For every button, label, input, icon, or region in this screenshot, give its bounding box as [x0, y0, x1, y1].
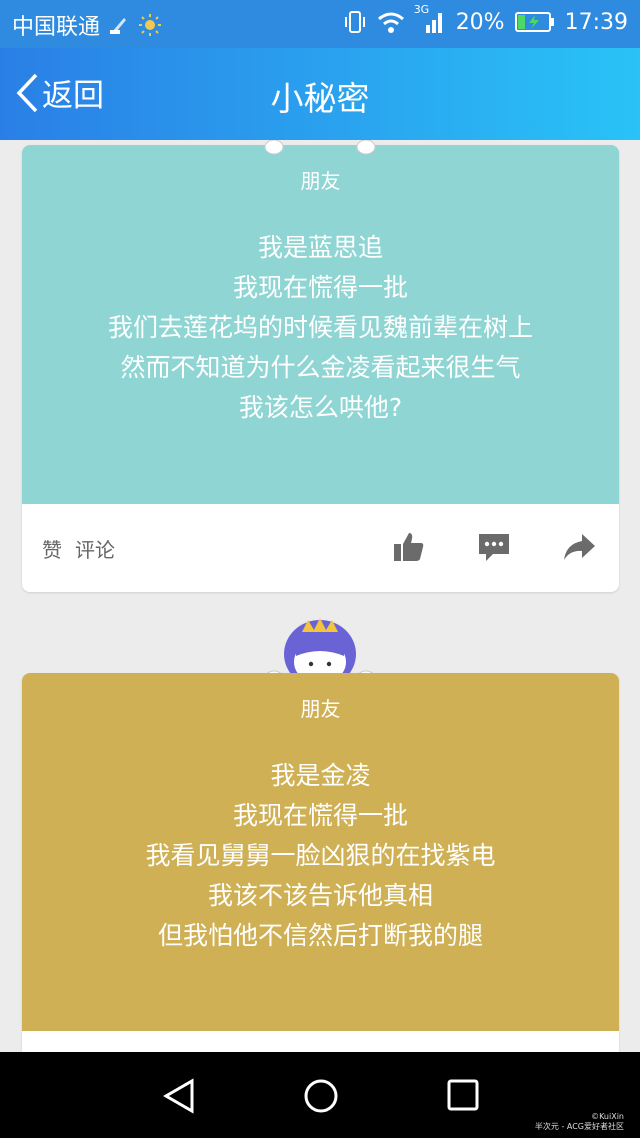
carrier-label: 中国联通 [12, 15, 101, 40]
thumbs-up-icon[interactable] [392, 530, 426, 564]
page-title: 小秘密 [270, 79, 370, 118]
clock-label: 17:39 [564, 9, 628, 35]
card-text: 我是蓝思追 我现在慌得一批 我们去莲花坞的时候看见魏前辈在树上 然而不知道为什么… [22, 228, 619, 428]
vibrate-icon [344, 11, 365, 33]
card-text-line: 我是蓝思追 [257, 233, 383, 262]
battery-label: 20% [455, 9, 505, 35]
home-circle-icon[interactable] [303, 1078, 339, 1114]
card-text-line: 然而不知道为什么金凌看起来很生气 [120, 353, 521, 382]
signal-icon: 3G [414, 3, 446, 35]
battery-charging-icon [514, 12, 554, 32]
card-text-line: 我是金凌 [270, 761, 371, 790]
secret-feed[interactable]: 朋友 我是蓝思追 我现在慌得一批 我们去莲花坞的时候看见魏前辈在树上 然而不知道… [0, 140, 640, 1052]
watermark-site: 半次元 - ACG爱好者社区 [534, 1122, 624, 1131]
system-nav-bar: ©KuiXin 半次元 - ACG爱好者社区 [0, 1052, 640, 1138]
card-actions [22, 1031, 619, 1052]
card-text: 我是金凌 我现在慌得一批 我看见舅舅一脸凶狠的在找紫电 我该不该告诉他真相 但我… [22, 756, 619, 956]
secret-card[interactable]: 朋友 我是蓝思追 我现在慌得一批 我们去莲花坞的时候看见魏前辈在树上 然而不知道… [22, 145, 619, 592]
card-text-line: 我该怎么哄他? [238, 393, 403, 422]
back-triangle-icon[interactable] [162, 1078, 196, 1114]
card-text-line: 我现在慌得一批 [232, 273, 408, 302]
like-count-label[interactable]: 赞 [42, 534, 62, 563]
watermark-author: ©KuiXin [591, 1112, 624, 1121]
card-text-line: 我看见舅舅一脸凶狠的在找紫电 [145, 841, 496, 870]
wifi-icon [377, 12, 404, 33]
card-body: 朋友 我是蓝思追 我现在慌得一批 我们去莲花坞的时候看见魏前辈在树上 然而不知道… [22, 145, 619, 504]
secret-card[interactable]: 朋友 我是金凌 我现在慌得一批 我看见舅舅一脸凶狠的在找紫电 我该不该告诉他真相… [22, 673, 619, 1052]
share-icon[interactable] [562, 530, 596, 564]
comment-icon[interactable] [477, 530, 511, 564]
card-tag: 朋友 [300, 697, 341, 721]
card-body: 朋友 我是金凌 我现在慌得一批 我看见舅舅一脸凶狠的在找紫电 我该不该告诉他真相… [22, 673, 619, 1031]
watermark: ©KuiXin 半次元 - ACG爱好者社区 [535, 1112, 624, 1132]
card-actions: 赞 评论 [22, 504, 619, 592]
card-text-line: 我们去莲花坞的时候看见魏前辈在树上 [107, 313, 533, 342]
broom-icon [110, 18, 127, 34]
sun-icon [139, 14, 162, 36]
mascot-hands-icon [264, 140, 376, 155]
app-header: 返回 小秘密 [0, 48, 640, 140]
recent-apps-square-icon[interactable] [446, 1078, 480, 1112]
card-text-line: 我该不该告诉他真相 [207, 881, 433, 910]
card-text-line: 但我怕他不信然后打断我的腿 [157, 921, 483, 950]
card-text-line: 我现在慌得一批 [232, 801, 408, 830]
comment-count-label[interactable]: 评论 [75, 534, 115, 563]
status-bar: 中国联通 3G 20% 17:39 [0, 0, 640, 48]
